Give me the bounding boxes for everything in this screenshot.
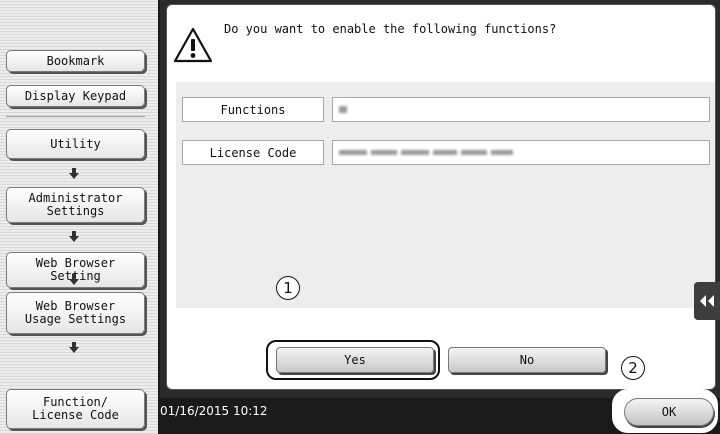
license-code-label: License Code [182, 140, 324, 165]
breadcrumb-label: Utility [50, 136, 101, 151]
no-label: No [519, 353, 535, 367]
breadcrumb-web-browser-usage-settings[interactable]: Web Browser Usage Settings [6, 292, 145, 334]
functions-value [332, 97, 710, 122]
redacted-value [339, 150, 367, 155]
redacted-value [461, 150, 487, 155]
side-panel-tab[interactable] [694, 282, 720, 320]
redacted-value [433, 150, 457, 155]
double-left-arrow-icon [700, 295, 714, 307]
callout-1: 1 [276, 276, 300, 300]
breadcrumb-utility[interactable]: Utility [6, 129, 145, 159]
redacted-value [401, 150, 429, 155]
sidebar-divider [6, 116, 145, 117]
yes-label: Yes [344, 353, 366, 367]
ok-button[interactable]: OK [624, 398, 714, 426]
yes-button[interactable]: Yes [276, 347, 434, 373]
display-keypad-label: Display Keypad [24, 88, 127, 103]
breadcrumb-label: Function/ License Code [32, 395, 119, 422]
dialog-message: Do you want to enable the following func… [224, 22, 557, 36]
breadcrumb-administrator-settings[interactable]: Administrator Settings [6, 187, 145, 223]
down-arrow-icon [66, 168, 82, 180]
down-arrow-icon [66, 274, 82, 286]
breadcrumb-label: Administrator Settings [28, 191, 123, 218]
down-arrow-icon [66, 231, 82, 243]
functions-label: Functions [182, 97, 324, 122]
redacted-value [339, 106, 347, 113]
redacted-value [371, 150, 397, 155]
down-arrow-icon [66, 342, 82, 354]
warning-icon [172, 26, 214, 64]
bookmark-button[interactable]: Bookmark [6, 50, 145, 72]
breadcrumb-label: Web Browser Usage Settings [24, 299, 127, 326]
breadcrumb-function-license-code[interactable]: Function/ License Code [6, 389, 145, 429]
bookmark-label: Bookmark [46, 53, 105, 68]
datetime: 01/16/2015 10:12 [160, 404, 268, 418]
license-code-value [332, 140, 710, 165]
redacted-value [491, 150, 513, 155]
no-button[interactable]: No [448, 347, 606, 373]
display-keypad-button[interactable]: Display Keypad [6, 85, 145, 107]
ok-label: OK [661, 405, 677, 419]
callout-2: 2 [621, 356, 645, 380]
